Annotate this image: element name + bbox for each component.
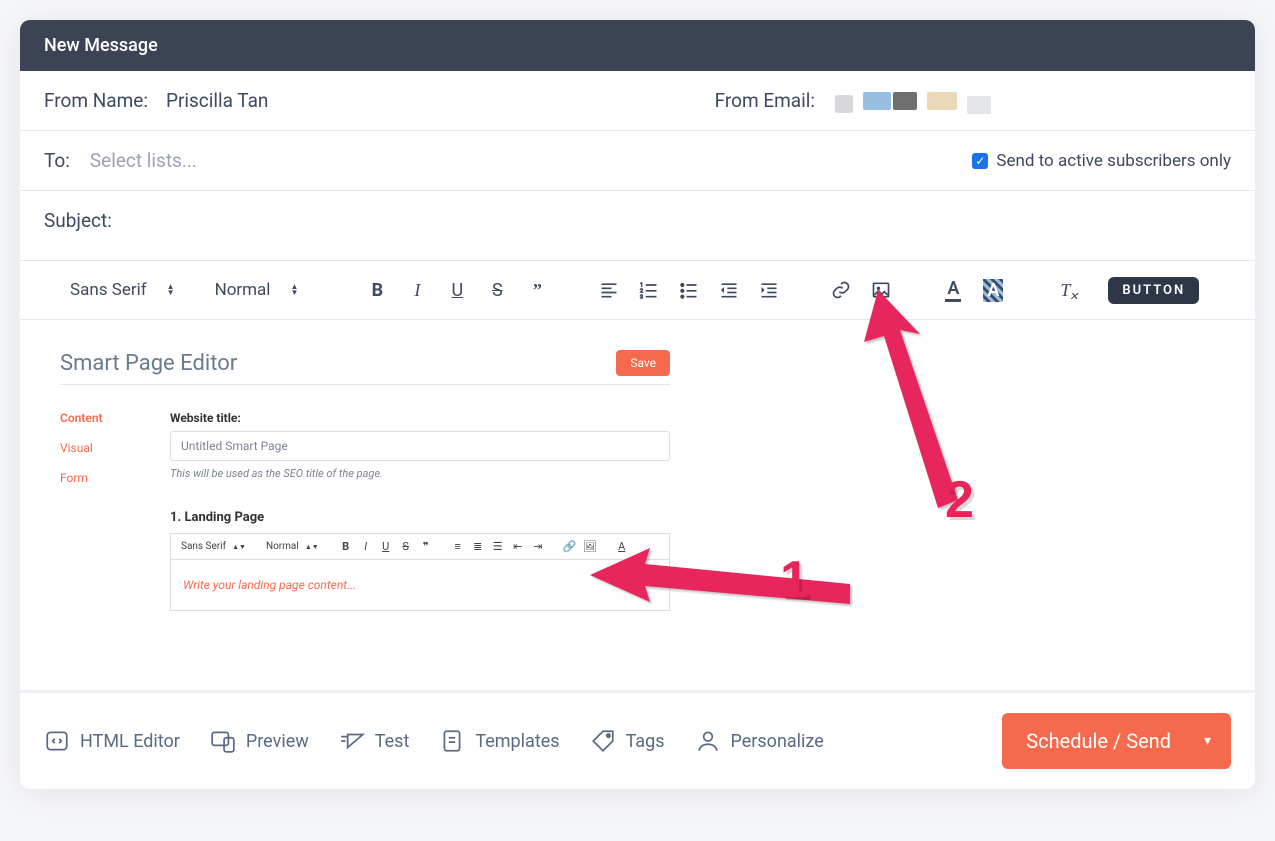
personalize-button[interactable]: Personalize (695, 728, 824, 754)
inner-mini-toolbar: Sans Serif▲▼ Normal▲▼ B I U S ❞ ≡ ≣ ☰ ⇤ (170, 533, 670, 559)
from-row: From Name: Priscilla Tan From Email: (20, 71, 1255, 131)
font-select[interactable]: Sans Serif ▲▼ (60, 276, 185, 304)
indent-button[interactable] (752, 273, 786, 307)
size-select[interactable]: Normal ▲▼ (205, 276, 309, 304)
devices-icon (210, 728, 236, 754)
from-email-label: From Email: (715, 89, 815, 112)
unordered-list-button[interactable] (672, 273, 706, 307)
window-title: New Message (20, 20, 1255, 71)
blockquote-button[interactable]: ” (520, 273, 554, 307)
annotation-arrow-2 (848, 290, 988, 530)
redacted-email-part (893, 92, 917, 110)
tag-icon (590, 728, 616, 754)
to-label: To: (44, 149, 70, 172)
align-button[interactable] (592, 273, 626, 307)
from-name-label: From Name: (44, 89, 148, 112)
inner-title-input: Untitled Smart Page (170, 431, 670, 461)
preview-button[interactable]: Preview (210, 728, 309, 754)
annotation-number-2: 2 (945, 470, 974, 530)
inner-section-heading: 1. Landing Page (170, 510, 670, 525)
redacted-email-part (927, 92, 957, 110)
editor-canvas[interactable]: Smart Page Editor Save Content Visual Fo… (20, 320, 1255, 690)
tags-button[interactable]: Tags (590, 728, 665, 754)
select-caret-icon: ▲▼ (167, 284, 175, 296)
to-select[interactable]: Select lists... (90, 149, 197, 172)
bold-button[interactable]: B (360, 273, 394, 307)
svg-text:3: 3 (640, 294, 643, 300)
html-editor-button[interactable]: HTML Editor (44, 728, 180, 754)
person-icon (695, 728, 721, 754)
size-select-value: Normal (215, 280, 271, 300)
redacted-email-part (835, 95, 853, 113)
redacted-email-part (967, 96, 991, 114)
inner-title: Smart Page Editor (60, 351, 237, 376)
redacted-email-part (863, 92, 891, 110)
inner-save-button: Save (616, 350, 670, 376)
inner-field-label: Website title: (170, 411, 670, 425)
compose-window: New Message From Name: Priscilla Tan Fro… (20, 20, 1255, 789)
test-button[interactable]: Test (339, 728, 410, 754)
outdent-button[interactable] (712, 273, 746, 307)
underline-button[interactable]: U (440, 273, 474, 307)
image-button[interactable] (864, 273, 898, 307)
footer-toolbar: HTML Editor Preview Test Templates Tags … (20, 690, 1255, 789)
inner-hint: This will be used as the SEO title of th… (170, 467, 670, 480)
code-icon (44, 728, 70, 754)
to-row: To: Select lists... ✓ Send to active sub… (20, 131, 1255, 191)
ordered-list-button[interactable]: 123 (632, 273, 666, 307)
subject-label: Subject: (44, 209, 112, 232)
inner-editor-body: Write your landing page content... (170, 559, 670, 611)
send-test-icon (339, 728, 365, 754)
subject-row[interactable]: Subject: (20, 191, 1255, 261)
active-subscribers-label: Send to active subscribers only (996, 151, 1231, 171)
strikethrough-button[interactable]: S (480, 273, 514, 307)
editor-toolbar: Sans Serif ▲▼ Normal ▲▼ B I U S ” 123 (20, 261, 1255, 320)
checkbox-icon: ✓ (972, 153, 988, 169)
annotation-number-1: 1 (780, 550, 809, 610)
bg-color-button[interactable]: A (976, 273, 1010, 307)
insert-button-element[interactable]: BUTTON (1108, 277, 1199, 304)
inner-side-nav: Content Visual Form (60, 411, 130, 611)
select-caret-icon: ▲▼ (290, 284, 298, 296)
document-icon (439, 728, 465, 754)
active-subscribers-check[interactable]: ✓ Send to active subscribers only (972, 151, 1231, 171)
italic-button[interactable]: I (400, 273, 434, 307)
inner-nav-content: Content (60, 411, 130, 425)
clear-format-button[interactable]: T✕ (1048, 273, 1082, 307)
inner-nav-form: Form (60, 471, 130, 485)
inner-nav-visual: Visual (60, 441, 130, 455)
embedded-image: Smart Page Editor Save Content Visual Fo… (60, 350, 670, 611)
text-color-button[interactable]: A (936, 273, 970, 307)
from-name-value[interactable]: Priscilla Tan (166, 89, 268, 112)
font-select-value: Sans Serif (70, 280, 147, 300)
link-button[interactable] (824, 273, 858, 307)
schedule-send-button[interactable]: Schedule / Send (1002, 713, 1231, 769)
templates-button[interactable]: Templates (439, 728, 559, 754)
